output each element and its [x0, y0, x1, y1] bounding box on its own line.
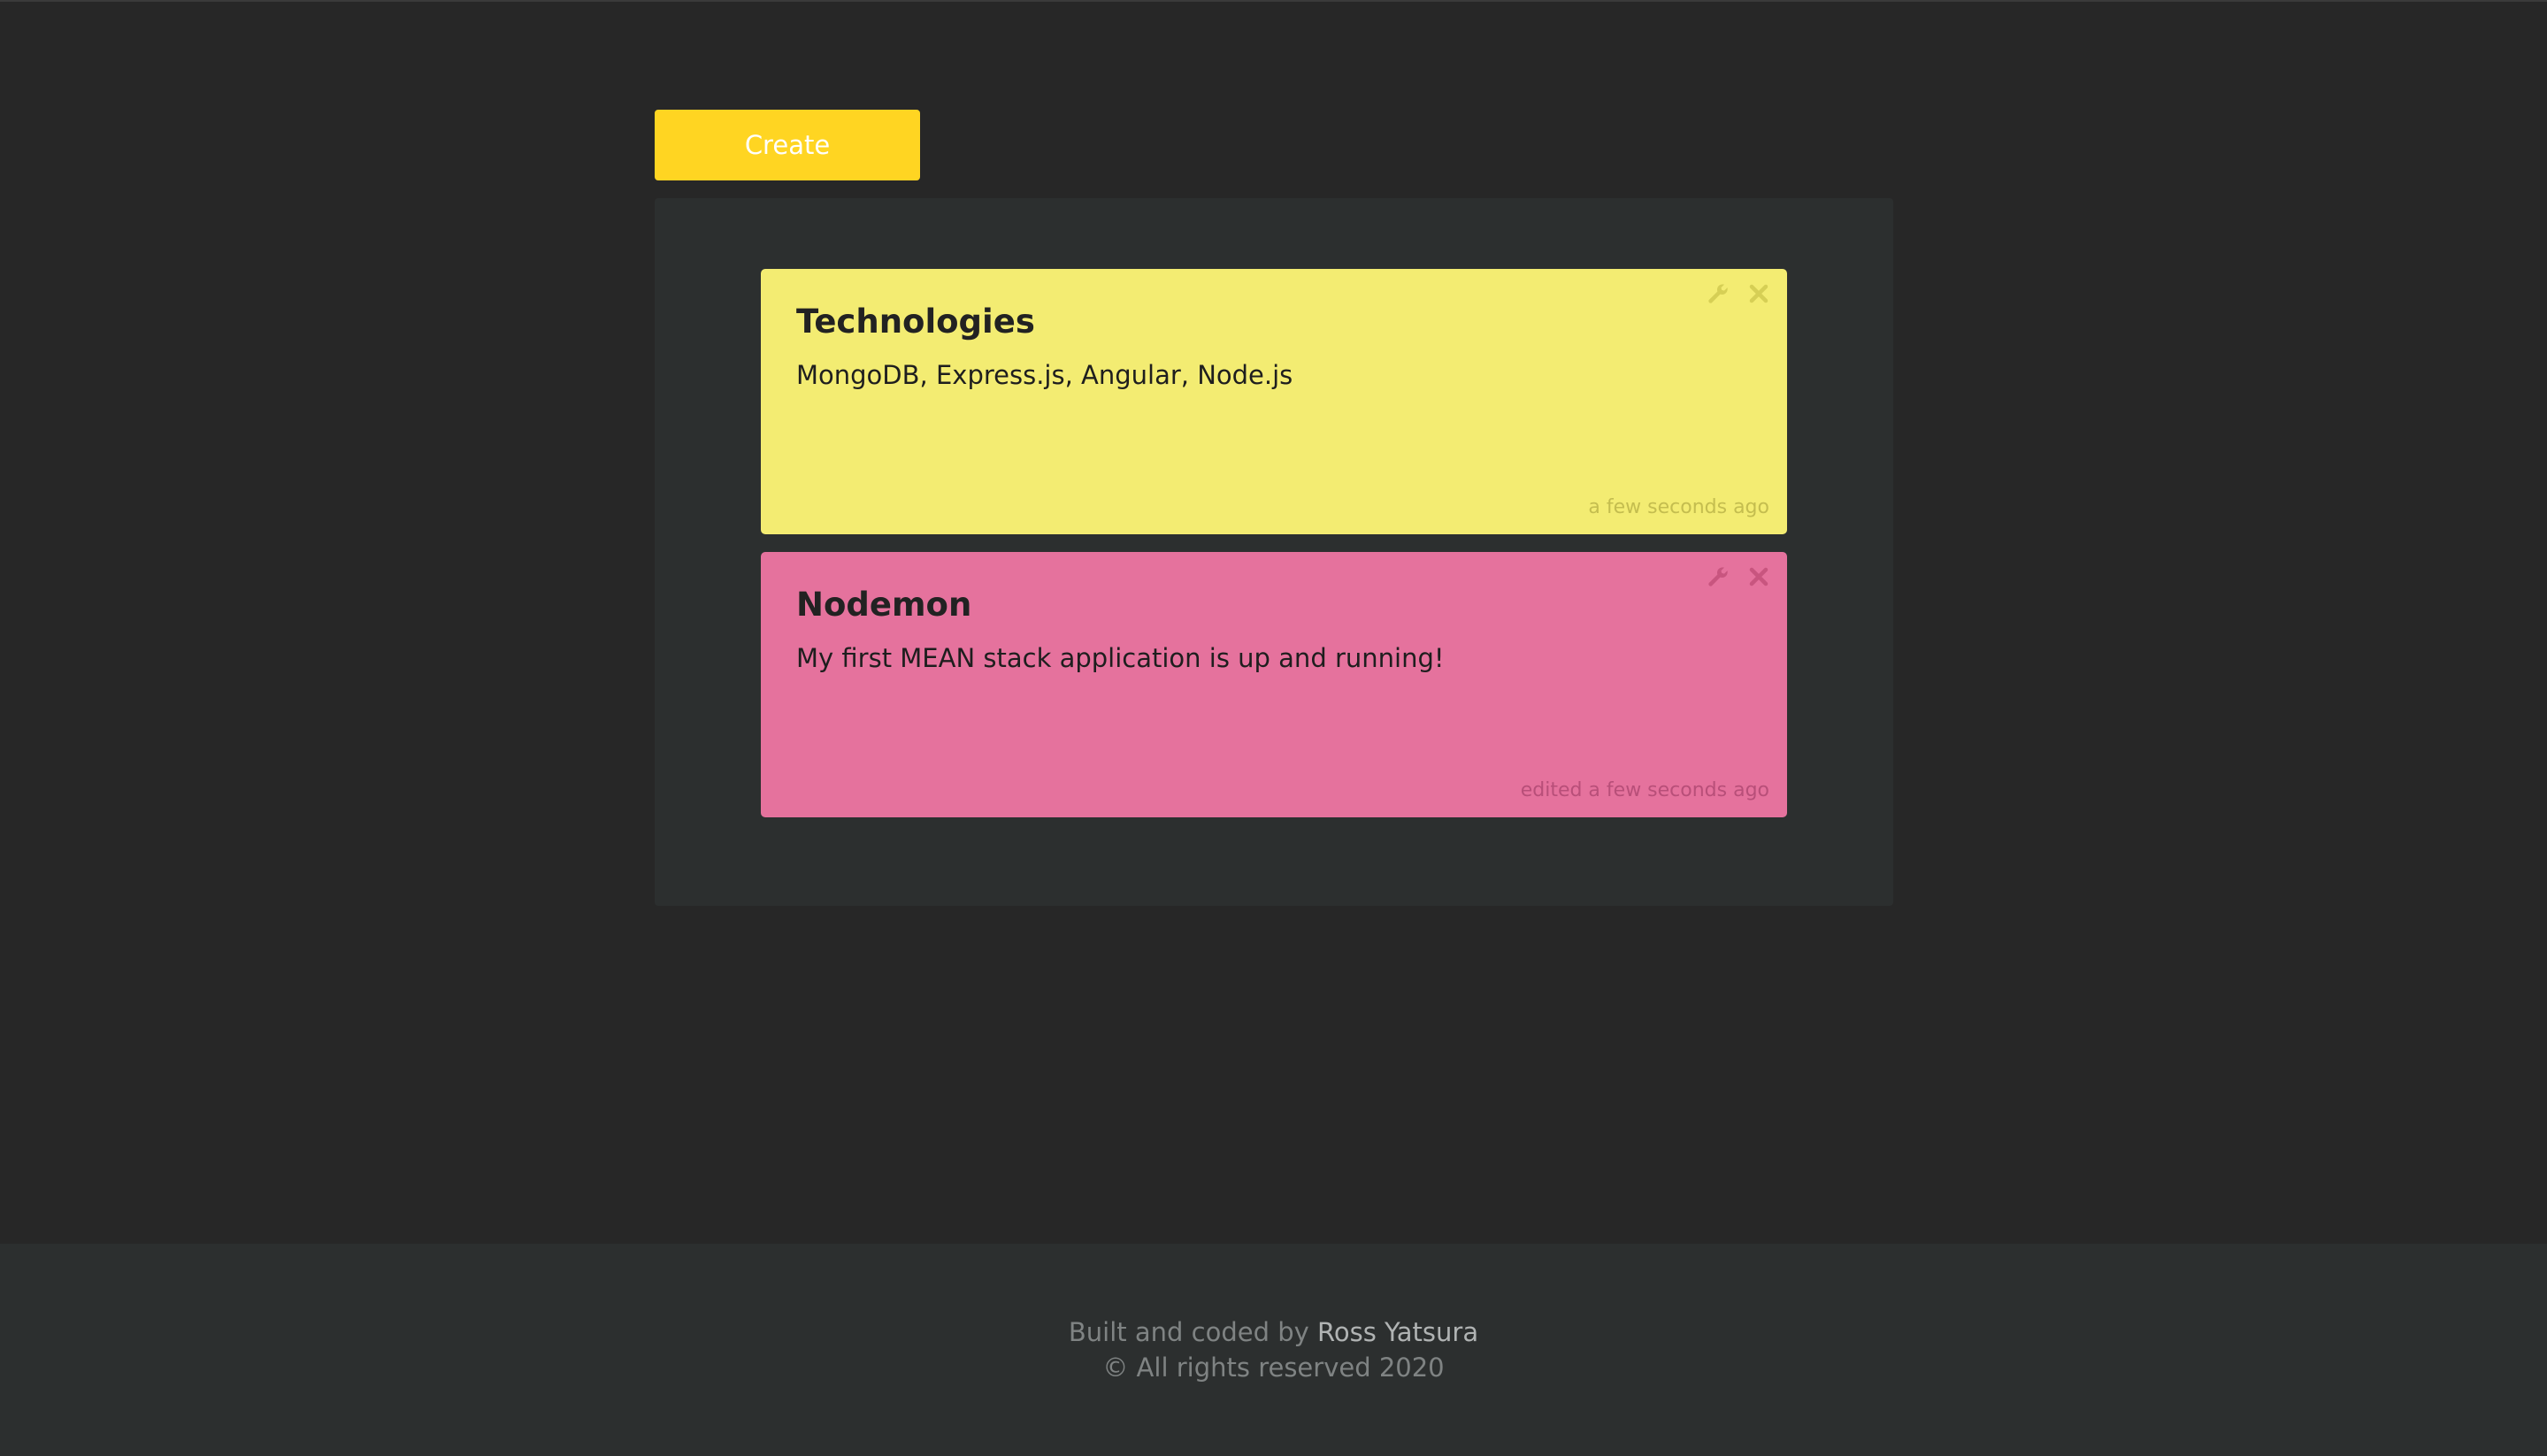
footer-credit: Built and coded by Ross Yatsura	[0, 1314, 2547, 1350]
wrench-icon[interactable]	[1706, 564, 1730, 589]
close-icon[interactable]	[1746, 564, 1771, 589]
close-icon[interactable]	[1746, 281, 1771, 306]
note-body: My first MEAN stack application is up an…	[796, 642, 1445, 673]
note-actions	[1706, 281, 1771, 306]
note-timestamp: a few seconds ago	[1588, 496, 1769, 518]
create-button[interactable]: Create	[655, 110, 920, 180]
note-timestamp: edited a few seconds ago	[1520, 779, 1769, 801]
note-title: Nodemon	[796, 586, 972, 624]
footer-copyright: © All rights reserved 2020	[1102, 1353, 1445, 1383]
note-body: MongoDB, Express.js, Angular, Node.js	[796, 359, 1293, 390]
note-title: Technologies	[796, 303, 1035, 341]
top-border	[0, 0, 2547, 2]
footer-credit-prefix: Built and coded by	[1068, 1317, 1318, 1347]
footer: Built and coded by Ross Yatsura © All ri…	[0, 1244, 2547, 1456]
wrench-icon[interactable]	[1706, 281, 1730, 306]
notes-board: Technologies MongoDB, Express.js, Angula…	[655, 198, 1893, 906]
note-card: Technologies MongoDB, Express.js, Angula…	[761, 269, 1787, 534]
note-actions	[1706, 564, 1771, 589]
author-link[interactable]: Ross Yatsura	[1317, 1317, 1478, 1347]
note-card: Nodemon My first MEAN stack application …	[761, 552, 1787, 817]
